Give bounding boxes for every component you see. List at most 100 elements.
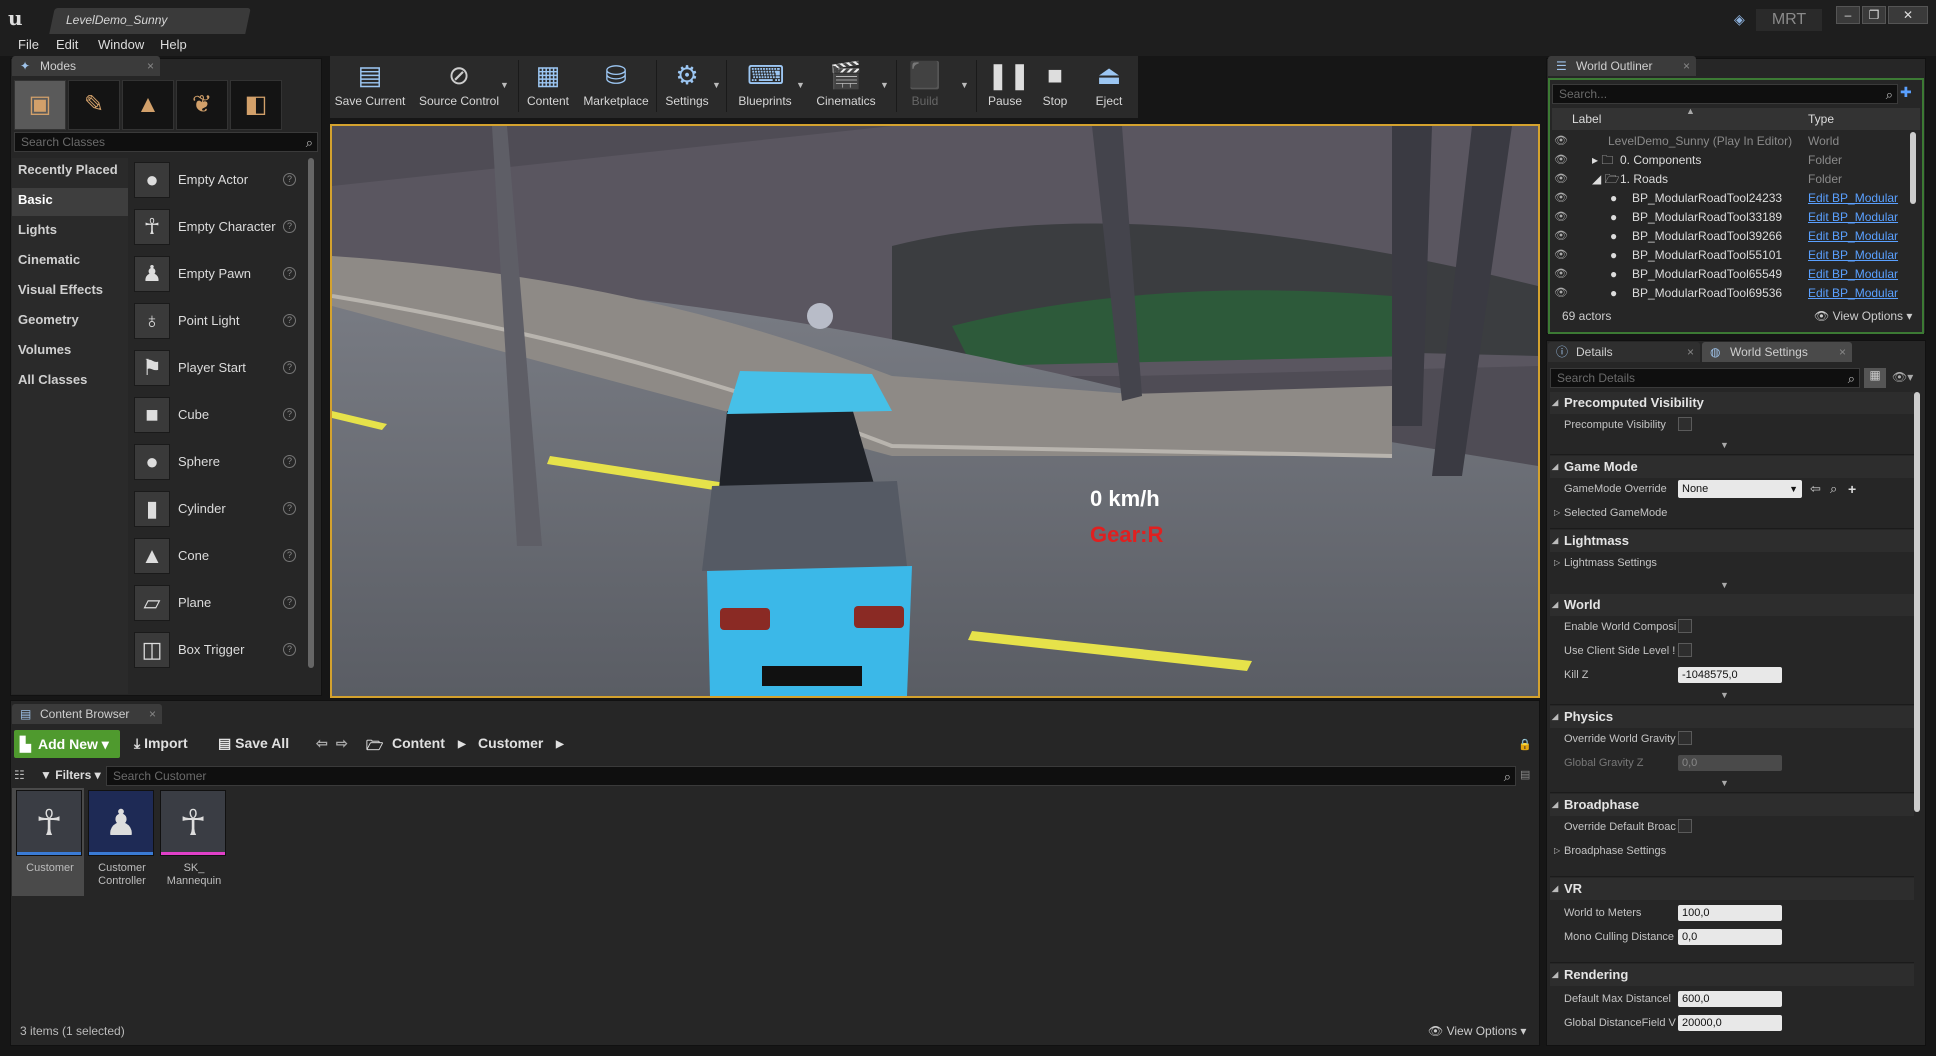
help-icon[interactable]: ?	[283, 314, 296, 327]
outliner-view-options-button[interactable]: 👁 View Options ▾	[1814, 309, 1912, 323]
expand-advanced-icon[interactable]: ▼	[1720, 690, 1729, 700]
search-classes-input[interactable]: Search Classes ⌕	[14, 132, 318, 152]
eye-icon[interactable]: 👁	[1554, 246, 1568, 265]
place-item-player-start[interactable]: ⚑ Player Start?	[132, 346, 302, 392]
help-icon[interactable]: ?	[283, 549, 296, 562]
eye-icon[interactable]: 👁	[1554, 284, 1568, 303]
help-icon[interactable]: ?	[283, 643, 296, 656]
chevron-right-icon[interactable]: ▶	[458, 739, 466, 750]
help-icon[interactable]: ?	[283, 596, 296, 609]
sources-toggle-icon[interactable]: ☷	[14, 768, 25, 782]
asset-customer[interactable]: ☥ Customer	[16, 790, 84, 875]
outliner-row-world[interactable]: 👁 LevelDemo_Sunny (Play In Editor) World	[1552, 132, 1920, 151]
landscape-mode-button[interactable]: ▲	[122, 80, 174, 130]
section-broadphase[interactable]: Broadphase	[1550, 794, 1914, 816]
lock-icon[interactable]: 🔒	[1518, 738, 1532, 751]
save-search-icon[interactable]: ▤	[1520, 768, 1530, 781]
menu-window[interactable]: Window	[98, 37, 144, 52]
property-matrix-icon[interactable]: ▦	[1864, 368, 1886, 388]
tab-world-settings[interactable]: ◍ World Settings ×	[1702, 342, 1852, 362]
section-lightmass[interactable]: Lightmass	[1550, 530, 1914, 552]
section-game-mode[interactable]: Game Mode	[1550, 456, 1914, 478]
close-window-button[interactable]: ✕	[1888, 6, 1928, 24]
category-cinematic[interactable]: Cinematic	[12, 248, 128, 276]
expand-advanced-icon[interactable]: ▼	[1720, 580, 1729, 590]
outliner-row-roads[interactable]: 👁 ◢ 🗁 1. Roads Folder	[1552, 170, 1920, 189]
help-icon[interactable]: ?	[283, 220, 296, 233]
content-button[interactable]: ▦ Content	[522, 58, 574, 114]
eject-button[interactable]: ⏏ Eject	[1084, 58, 1134, 114]
search-customer-input[interactable]: Search Customer ⌕	[106, 766, 1516, 786]
chevron-down-icon[interactable]: ▼	[960, 80, 969, 90]
category-all-classes[interactable]: All Classes	[12, 368, 128, 396]
menu-help[interactable]: Help	[160, 37, 187, 52]
outliner-row-actor[interactable]: 👁 ● BP_ModularRoadTool39266 Edit BP_Modular	[1552, 227, 1920, 246]
tab-modes[interactable]: ✦ Modes ×	[12, 56, 160, 76]
category-volumes[interactable]: Volumes	[12, 338, 128, 366]
stop-button[interactable]: ■ Stop	[1032, 58, 1078, 114]
chevron-down-icon[interactable]: ▼	[500, 80, 509, 90]
close-icon[interactable]: ×	[147, 56, 154, 76]
override-world-gravity-checkbox[interactable]	[1678, 731, 1692, 745]
chevron-down-icon[interactable]: ▼	[712, 80, 721, 90]
chevron-right-icon[interactable]: ▶	[556, 739, 564, 750]
gamemode-override-select[interactable]: None ▼	[1678, 480, 1802, 498]
prop-selected-gamemode[interactable]: ▷ Selected GameMode	[1550, 502, 1914, 524]
edit-blueprint-link[interactable]: Edit BP_Modular	[1808, 284, 1898, 303]
eye-icon[interactable]: 👁	[1554, 265, 1568, 284]
outliner-search-input[interactable]: Search... ⌕	[1552, 84, 1898, 104]
edit-blueprint-link[interactable]: Edit BP_Modular	[1808, 246, 1898, 265]
outliner-row-components[interactable]: 👁 ▸ 🗀 0. Components Folder	[1552, 151, 1920, 170]
place-item-box-trigger[interactable]: ◫ Box Trigger?	[132, 628, 302, 674]
close-icon[interactable]: ×	[1683, 56, 1690, 76]
close-icon[interactable]: ×	[1687, 342, 1694, 362]
eye-icon[interactable]: 👁	[1554, 170, 1568, 189]
details-scrollbar[interactable]	[1914, 392, 1920, 812]
add-filter-icon[interactable]: ✚	[1900, 84, 1912, 101]
use-client-side-level-checkbox[interactable]	[1678, 643, 1692, 657]
section-rendering[interactable]: Rendering	[1550, 964, 1914, 986]
help-icon[interactable]: ?	[283, 502, 296, 515]
default-max-distance-input[interactable]: 600,0	[1678, 991, 1782, 1007]
category-basic[interactable]: Basic	[12, 188, 128, 216]
world-to-meters-input[interactable]: 100,0	[1678, 905, 1782, 921]
geometry-mode-button[interactable]: ◧	[230, 80, 282, 130]
global-gravity-z-input[interactable]: 0,0	[1678, 755, 1782, 771]
override-default-broadphase-checkbox[interactable]	[1678, 819, 1692, 833]
menu-file[interactable]: File	[18, 37, 39, 52]
asset-customer-controller[interactable]: ♟ Customer Controller	[88, 790, 156, 888]
col-type-header[interactable]: Type	[1808, 112, 1834, 126]
menu-edit[interactable]: Edit	[56, 37, 78, 52]
category-visual-effects[interactable]: Visual Effects	[12, 278, 128, 306]
asset-sk-mannequin[interactable]: ☥ SK_ Mannequin	[160, 790, 228, 888]
edit-blueprint-link[interactable]: Edit BP_Modular	[1808, 208, 1898, 227]
breadcrumb-content[interactable]: Content	[392, 735, 445, 751]
chevron-down-icon[interactable]: ▼	[880, 80, 889, 90]
close-icon[interactable]: ×	[1839, 342, 1846, 362]
maximize-button[interactable]: ❐	[1862, 6, 1886, 24]
foliage-mode-button[interactable]: ❦	[176, 80, 228, 130]
modes-scrollbar[interactable]	[308, 158, 314, 668]
place-item-plane[interactable]: ▱ Plane?	[132, 581, 302, 627]
add-new-button[interactable]: ▙ Add New ▾	[14, 730, 120, 758]
cinematics-button[interactable]: 🎬 Cinematics	[810, 58, 882, 114]
eye-icon[interactable]: 👁	[1554, 208, 1568, 227]
section-vr[interactable]: VR	[1550, 878, 1914, 900]
place-item-empty-actor[interactable]: ● Empty Actor?	[132, 158, 302, 204]
help-icon[interactable]: ?	[283, 408, 296, 421]
place-item-sphere[interactable]: ● Sphere?	[132, 440, 302, 486]
enable-world-composition-checkbox[interactable]	[1678, 619, 1692, 633]
place-item-cube[interactable]: ■ Cube?	[132, 393, 302, 439]
place-item-point-light[interactable]: ♁ Point Light?	[132, 299, 302, 345]
tab-world-outliner[interactable]: ☰ World Outliner ×	[1548, 56, 1696, 76]
cb-view-options-button[interactable]: 👁 View Options ▾	[1428, 1024, 1526, 1038]
mono-culling-input[interactable]: 0,0	[1678, 929, 1782, 945]
chevron-down-icon[interactable]: ▼	[796, 80, 805, 90]
outliner-row-actor[interactable]: 👁 ● BP_ModularRoadTool55101 Edit BP_Modular	[1552, 246, 1920, 265]
plus-icon[interactable]: +	[1848, 478, 1856, 500]
place-item-cylinder[interactable]: ▮ Cylinder?	[132, 487, 302, 533]
section-physics[interactable]: Physics	[1550, 706, 1914, 728]
section-precomputed-visibility[interactable]: Precomputed Visibility	[1550, 392, 1914, 414]
import-button[interactable]: ⤓ Import	[134, 735, 188, 752]
category-geometry[interactable]: Geometry	[12, 308, 128, 336]
